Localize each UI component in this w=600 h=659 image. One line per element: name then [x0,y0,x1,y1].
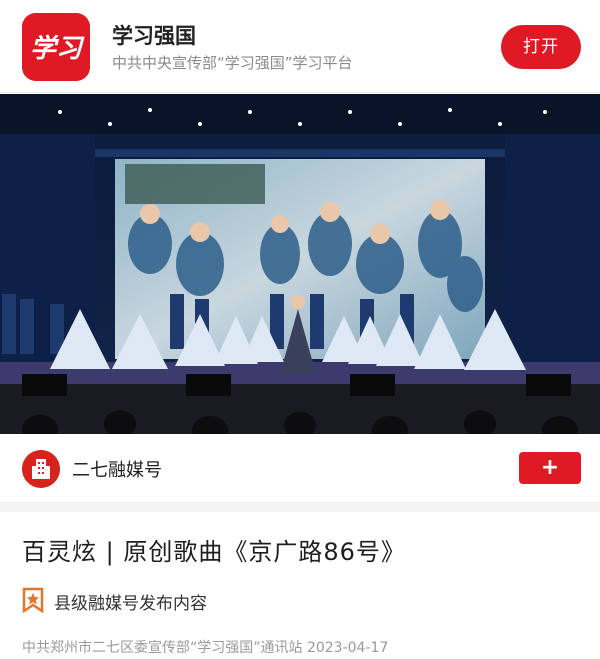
section-divider [0,502,600,512]
app-logo-text: 学习 [30,34,85,64]
article-title: 百灵炫 | 原创歌曲《京广路86号》 [22,538,406,566]
channel-name[interactable]: 二七融媒号 [72,456,162,482]
app-logo-graphic: 学习 [22,13,90,81]
open-app-button[interactable]: 打开 [501,25,581,69]
app-logo[interactable]: 学习 [22,13,90,81]
app-name: 学习强国 [112,24,196,48]
badge-text: 县级融媒号发布内容 [54,594,207,614]
article-meta: 中共郑州市二七区委宣传部“学习强国”通讯站 2023-04-17 [22,640,389,656]
channel-row[interactable]: 二七融媒号 + [0,434,600,502]
star-bookmark-icon [22,587,44,613]
app-subtitle: 中共中央宣传部“学习强国”学习平台 [112,54,353,72]
app-download-banner: 学习 学习强国 中共中央宣传部“学习强国”学习平台 打开 [0,0,600,93]
stage-performance-image [0,94,600,434]
video-player[interactable] [0,94,600,434]
follow-button[interactable]: + [519,452,581,484]
channel-avatar[interactable] [22,450,60,488]
building-icon [22,450,60,488]
